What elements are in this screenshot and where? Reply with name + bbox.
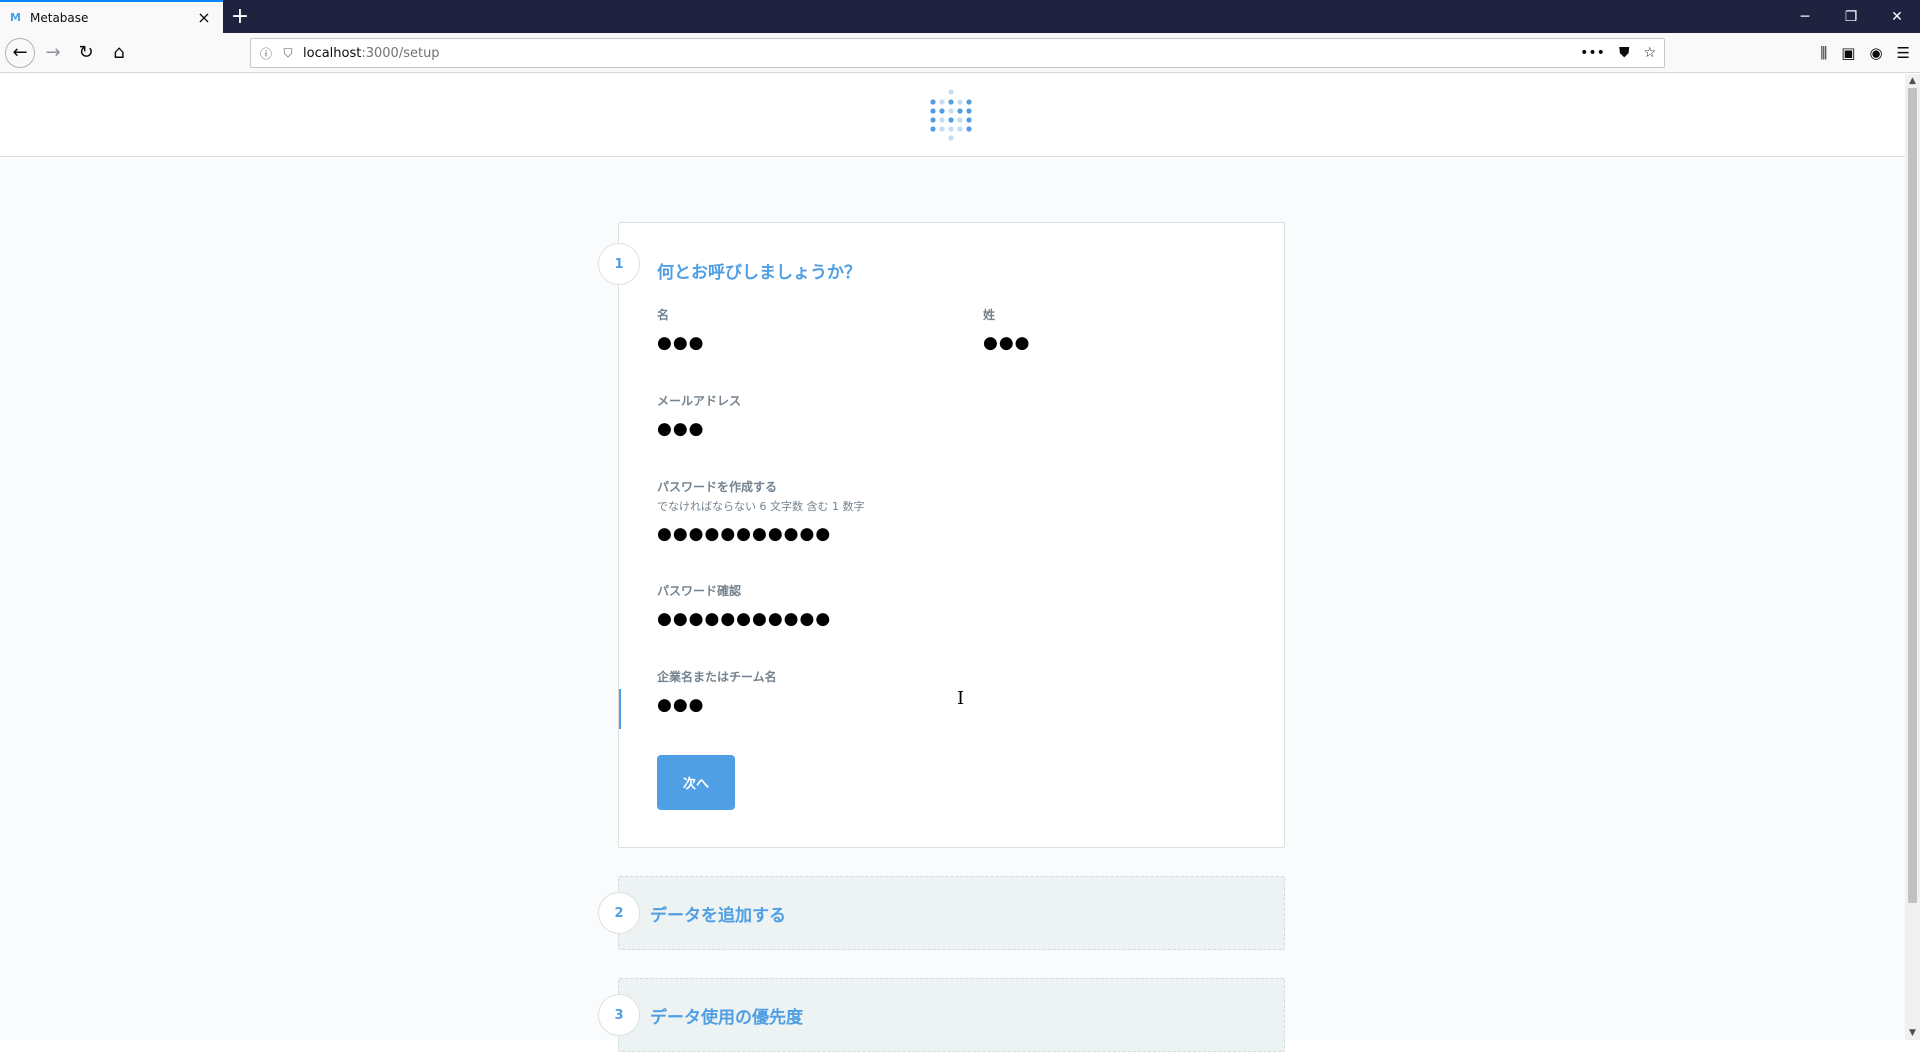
- company-field[interactable]: 企業名またはチーム名 ●●●: [657, 668, 777, 715]
- password-confirm-field[interactable]: パスワード確認 ●●●●●●●●●●●: [657, 582, 831, 629]
- url-path: :3000/setup: [361, 45, 440, 61]
- setup-step-data-preferences[interactable]: 3 データ使用の優先度: [598, 978, 1285, 1052]
- url-bar[interactable]: ⓘ ⛉ localhost:3000/setup ••• ⛊ ☆: [250, 38, 1665, 68]
- titlebar-spacer: [257, 0, 1782, 33]
- page-scrollbar[interactable]: ▲ ▼: [1905, 74, 1920, 1040]
- company-label: 企業名またはチーム名: [657, 670, 777, 684]
- last-name-field[interactable]: 姓 ●●●: [983, 306, 1031, 353]
- password-field[interactable]: パスワードを作成する でなければならない 6 文字数 含む 1 数字 ●●●●●…: [657, 478, 864, 544]
- step-title: データを追加する: [650, 906, 786, 926]
- step-number-badge: 2: [598, 892, 640, 934]
- focus-indicator: [619, 689, 621, 729]
- last-name-label: 姓: [983, 308, 996, 322]
- password-hint: でなければならない 6 文字数 含む 1 数字: [657, 500, 865, 513]
- home-icon[interactable]: ⌂: [104, 38, 134, 68]
- first-name-label: 名: [657, 308, 670, 322]
- metabase-favicon-icon: M: [10, 10, 21, 24]
- sidebar-icon[interactable]: ▣: [1841, 44, 1855, 62]
- text-cursor-icon: I: [957, 688, 965, 709]
- restore-button[interactable]: ❐: [1828, 0, 1874, 33]
- step-number-badge: 3: [598, 994, 640, 1036]
- step-title: 何とお呼びしましょうか？: [657, 263, 861, 283]
- company-input[interactable]: ●●●: [657, 695, 777, 715]
- step-number-badge: 1: [598, 243, 640, 285]
- browser-navbar: ← → ↻ ⌂ ⓘ ⛉ localhost:3000/setup ••• ⛊ ☆…: [0, 33, 1920, 73]
- page-actions-icon[interactable]: •••: [1580, 45, 1605, 61]
- email-input[interactable]: ●●●: [657, 419, 741, 439]
- step-title: データ使用の優先度: [650, 1008, 803, 1028]
- setup-step-add-data[interactable]: 2 データを追加する: [598, 876, 1285, 950]
- minimize-button[interactable]: ─: [1782, 0, 1828, 33]
- url-text[interactable]: localhost:3000/setup: [303, 46, 1580, 61]
- pocket-icon[interactable]: ⛊: [1619, 45, 1630, 61]
- tab-close-icon[interactable]: ×: [195, 8, 213, 27]
- password-label: パスワードを作成する: [657, 480, 778, 494]
- scroll-down-icon[interactable]: ▼: [1905, 1026, 1920, 1040]
- browser-titlebar: M Metabase × + ─ ❐ ✕: [0, 0, 1920, 33]
- library-icon[interactable]: ⫼: [1820, 44, 1827, 62]
- bookmark-star-icon[interactable]: ☆: [1643, 45, 1656, 61]
- password-confirm-input[interactable]: ●●●●●●●●●●●: [657, 609, 831, 629]
- email-label: メールアドレス: [657, 394, 742, 408]
- menu-icon[interactable]: ☰: [1897, 44, 1910, 62]
- page-header: [0, 74, 1905, 157]
- url-host: localhost: [303, 45, 362, 61]
- tab-title: Metabase: [30, 10, 89, 25]
- scroll-thumb[interactable]: [1908, 88, 1917, 903]
- forward-arrow-icon[interactable]: →: [38, 38, 68, 68]
- shield-icon[interactable]: ⛉: [281, 46, 295, 61]
- browser-tab[interactable]: M Metabase ×: [0, 0, 223, 33]
- setup-step-user-info: 1 何とお呼びしましょうか？ 名 ●●● 姓 ●●● メールアドレス ●●● パ…: [598, 222, 1285, 848]
- first-name-field[interactable]: 名 ●●●: [657, 306, 705, 353]
- password-input[interactable]: ●●●●●●●●●●●: [657, 524, 864, 544]
- info-icon[interactable]: ⓘ: [259, 45, 273, 62]
- scroll-up-icon[interactable]: ▲: [1905, 74, 1920, 88]
- reload-icon[interactable]: ↻: [71, 38, 101, 68]
- back-arrow-icon[interactable]: ←: [5, 37, 35, 68]
- first-name-input[interactable]: ●●●: [657, 333, 705, 353]
- email-field[interactable]: メールアドレス ●●●: [657, 392, 741, 439]
- close-window-button[interactable]: ✕: [1874, 0, 1920, 33]
- account-icon[interactable]: ◉: [1869, 44, 1882, 62]
- last-name-input[interactable]: ●●●: [983, 333, 1031, 353]
- next-button[interactable]: 次へ: [657, 755, 735, 810]
- metabase-logo-icon: [930, 89, 972, 141]
- password-confirm-label: パスワード確認: [657, 584, 742, 598]
- new-tab-button[interactable]: +: [223, 0, 257, 33]
